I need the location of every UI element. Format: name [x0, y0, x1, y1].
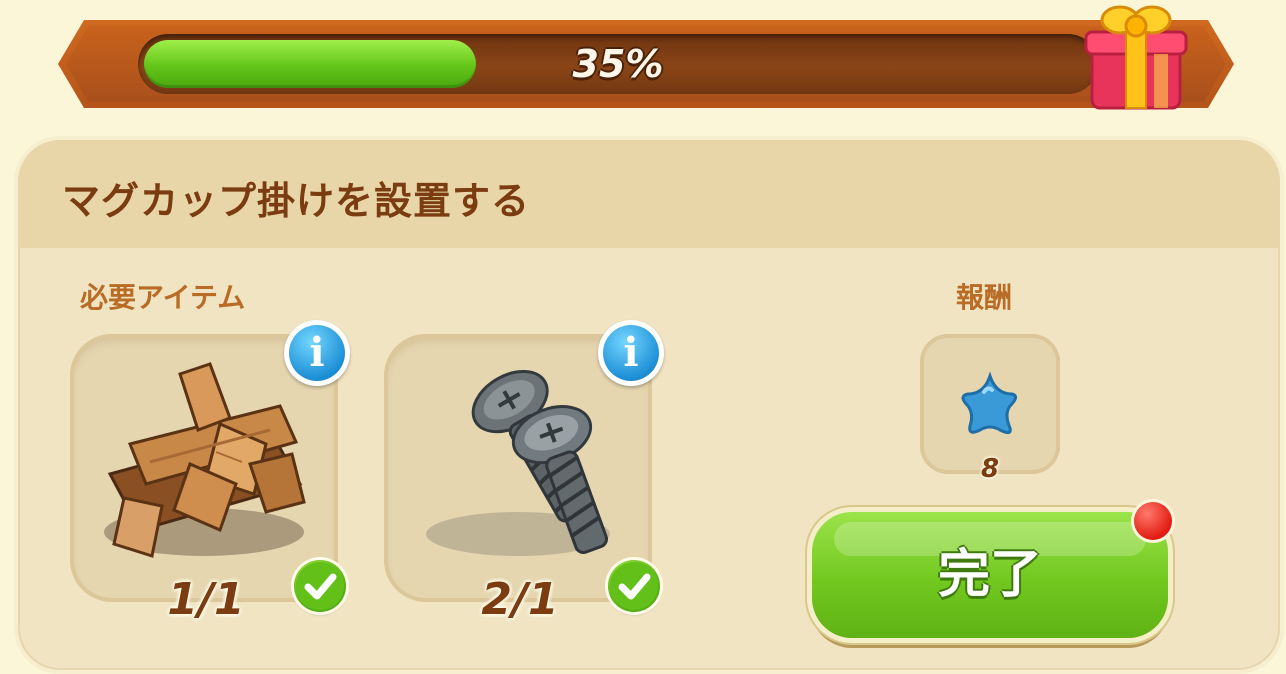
info-button-screws[interactable]: i: [598, 320, 664, 386]
info-icon: i: [623, 329, 639, 376]
progress-percent: 35%: [572, 42, 664, 86]
checkmark-icon: [608, 560, 660, 612]
info-icon: i: [309, 329, 325, 376]
gift-box-icon[interactable]: [1082, 0, 1190, 114]
notification-dot: [1134, 502, 1172, 540]
item-slot-screws[interactable]: i: [384, 320, 664, 602]
reward-slot: [920, 334, 1060, 474]
checkmark-icon: [294, 560, 346, 612]
info-button-firewood[interactable]: i: [284, 320, 350, 386]
required-items-label: 必要アイテム: [80, 281, 246, 314]
complete-button[interactable]: 完了: [812, 512, 1168, 638]
reward-label: 報酬: [956, 281, 1013, 314]
reward-count: 8: [980, 454, 1000, 484]
item-count-screws: 2/1: [481, 574, 559, 625]
task-title: マグカップ掛けを設置する: [62, 179, 531, 223]
item-count-firewood: 1/1: [167, 574, 245, 625]
item-slot-firewood[interactable]: i: [70, 320, 350, 602]
blue-star-icon: [961, 371, 1017, 435]
progress-bar: 35%: [138, 34, 1098, 94]
complete-button-label: 完了: [937, 545, 1042, 605]
task-panel: 35% マグカップ掛けを設置する 必要アイテム 報酬 i 1/1 i 2/1 8…: [0, 0, 1286, 674]
